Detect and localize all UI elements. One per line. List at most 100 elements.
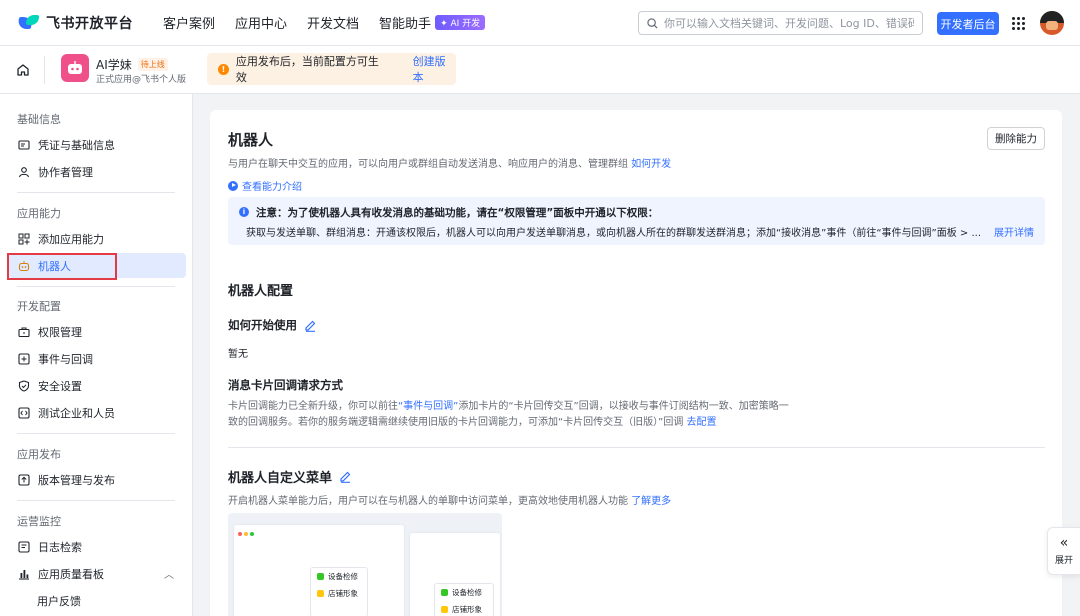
how-to-start-heading: 如何开始使用 (228, 317, 317, 333)
tip-body: 获取与发送单聊、群组消息：开通该权限后，机器人可以向用户发送单聊消息，或向机器人… (246, 228, 981, 239)
how-to-start-value: 暂无 (228, 349, 248, 360)
preview-menu-item: 设备检修 (435, 584, 493, 601)
app-grid-icon[interactable] (1012, 17, 1025, 30)
info-icon: i (239, 207, 249, 217)
search-box[interactable] (638, 11, 923, 35)
app-name[interactable]: AI学妹 待上线 (96, 56, 168, 73)
sidebar-item-events[interactable]: 事件与回调 (8, 346, 186, 371)
view-intro-label: 查看能力介绍 (242, 182, 302, 193)
robot-config-title: 机器人配置 (228, 284, 294, 299)
sidebar-item-test-enterprise[interactable]: 测试企业和人员 (8, 400, 186, 425)
sidebar-item-label: 版本管理与发布 (38, 473, 115, 487)
sidebar-item-collaborators[interactable]: 协作者管理 (8, 159, 186, 184)
nav-link-docs[interactable]: 开发文档 (307, 13, 359, 32)
edit-icon[interactable] (339, 470, 352, 483)
preview-menu-mobile: 设备检修 店铺形象 (434, 583, 494, 616)
sidebar-item-versions[interactable]: 版本管理与发布 (8, 467, 186, 492)
events-callbacks-link[interactable]: “事件与回调” (398, 401, 458, 412)
sidebar-divider (17, 433, 175, 434)
sidebar-item-label: 权限管理 (38, 325, 82, 339)
card-callback-title: 消息卡片回调请求方式 (228, 378, 343, 392)
page-title: 机器人 (228, 131, 274, 149)
preview-menu-label: 设备检修 (452, 588, 482, 597)
sidebar: 基础信息 凭证与基础信息 协作者管理 应用能力 添加应用能力 机器人 开发配置 … (0, 94, 193, 616)
preview-menu-label: 设备检修 (328, 572, 358, 581)
nav-link-cases[interactable]: 客户案例 (163, 13, 215, 32)
expand-details-link[interactable]: 展开详情 (994, 224, 1034, 239)
nav-link-assistant-label: 智能助手 (379, 17, 432, 32)
tip-title: 注意：为了使机器人具有收发消息的基础功能，请在“权限管理”面板中开通以下权限： (256, 207, 659, 219)
id-card-icon (18, 139, 30, 151)
custom-menu-description: 开启机器人菜单能力后，用户可以在与机器人的单聊中访问菜单，更高效地使用机器人功能… (228, 492, 671, 507)
sidebar-item-label: 日志检索 (38, 540, 82, 554)
sidebar-item-quality-dashboard[interactable]: 应用质量看板 ︿ (8, 561, 186, 586)
sidebar-item-credentials[interactable]: 凭证与基础信息 (8, 132, 186, 157)
sidebar-item-label: 应用质量看板 (38, 567, 104, 581)
page-description: 与用户在聊天中交互的应用，可以向用户或群组自动发送消息、响应用户的消息、管理群组… (228, 155, 671, 170)
feishu-logo[interactable]: 飞书开放平台 (16, 13, 133, 33)
notice-text: 应用发布后，当前配置方可生效 (235, 55, 379, 84)
expand-panel-button[interactable]: « 展开 (1047, 527, 1080, 575)
app-subtitle: 正式应用@飞书个人版 (96, 75, 187, 85)
logo-text: 飞书开放平台 (46, 15, 133, 32)
app-name-text: AI学妹 (96, 58, 132, 72)
sidebar-item-log-search[interactable]: 日志检索 (8, 534, 186, 559)
sidebar-divider (17, 500, 175, 501)
double-chevron-left-icon: « (1059, 535, 1069, 551)
callback-text-1: 卡片回调能力已全新升级，你可以前往 (228, 401, 398, 412)
sidebar-item-label: 事件与回调 (38, 352, 93, 366)
warning-icon: ! (218, 63, 229, 75)
sidebar-item-label: 安全设置 (38, 379, 82, 393)
sidebar-section-monitoring: 运营监控 (17, 515, 61, 528)
briefcase-icon (18, 326, 30, 338)
code-icon (18, 406, 30, 419)
wrench-icon (441, 589, 448, 596)
nav-link-app-center[interactable]: 应用中心 (235, 13, 287, 32)
expand-label: 展开 (1054, 556, 1073, 566)
sidebar-item-user-feedback[interactable]: 用户反馈 (8, 588, 186, 613)
user-avatar[interactable] (1040, 11, 1064, 35)
search-input[interactable] (664, 16, 914, 30)
create-version-link[interactable]: 创建版本 (413, 53, 456, 85)
view-intro-link[interactable]: 查看能力介绍 (228, 178, 302, 193)
status-badge: 待上线 (137, 58, 168, 71)
upload-icon (18, 473, 30, 486)
sidebar-section-capabilities: 应用能力 (17, 207, 61, 220)
section-divider (228, 447, 1045, 448)
publish-notice: ! 应用发布后，当前配置方可生效 创建版本 (207, 53, 456, 85)
sidebar-divider (17, 192, 175, 193)
description-text: 与用户在聊天中交互的应用，可以向用户或群组自动发送消息、响应用户的消息、管理群组 (228, 159, 628, 170)
chevron-up-icon[interactable]: ︿ (164, 566, 174, 581)
sidebar-item-label: 添加应用能力 (38, 232, 104, 246)
how-to-start-label: 如何开始使用 (228, 318, 297, 332)
sidebar-item-label: 协作者管理 (38, 165, 93, 179)
shop-icon (441, 606, 448, 613)
sidebar-item-permissions[interactable]: 权限管理 (8, 319, 186, 344)
ai-badge: ✦ AI 开发 (435, 15, 486, 30)
menu-desc-text: 开启机器人菜单能力后，用户可以在与机器人的单聊中访问菜单，更高效地使用机器人功能 (228, 496, 632, 507)
sidebar-section-dev-config: 开发配置 (17, 300, 61, 313)
nav-link-assistant[interactable]: 智能助手 ✦ AI 开发 (379, 13, 486, 32)
log-icon (18, 540, 30, 553)
shield-icon (18, 379, 30, 392)
preview-menu-item: 设备检修 (311, 568, 367, 585)
home-icon[interactable] (16, 63, 30, 80)
event-plus-icon (18, 352, 30, 365)
preview-menu-desktop: 设备检修 店铺形象 (310, 567, 368, 616)
how-to-develop-link[interactable]: 如何开发 (631, 159, 671, 170)
edit-icon[interactable] (304, 319, 317, 332)
sidebar-item-security[interactable]: 安全设置 (8, 373, 186, 398)
sidebar-item-label: 凭证与基础信息 (38, 138, 115, 152)
sidebar-item-label: 测试企业和人员 (38, 406, 115, 420)
header-divider (44, 56, 45, 84)
shop-icon (317, 590, 324, 597)
preview-menu-item: 店铺形象 (311, 585, 367, 602)
developer-console-button[interactable]: 开发者后台 (937, 12, 999, 35)
apps-add-icon (18, 233, 30, 245)
menu-preview-image: 设备检修 店铺形象 设备检修 店铺形象 (228, 513, 502, 616)
go-configure-link[interactable]: 去配置 (687, 417, 717, 428)
sidebar-item-add-capability[interactable]: 添加应用能力 (8, 226, 186, 251)
highlight-box (7, 253, 117, 280)
delete-capability-button[interactable]: 删除能力 (987, 127, 1045, 150)
learn-more-link[interactable]: 了解更多 (631, 496, 671, 507)
